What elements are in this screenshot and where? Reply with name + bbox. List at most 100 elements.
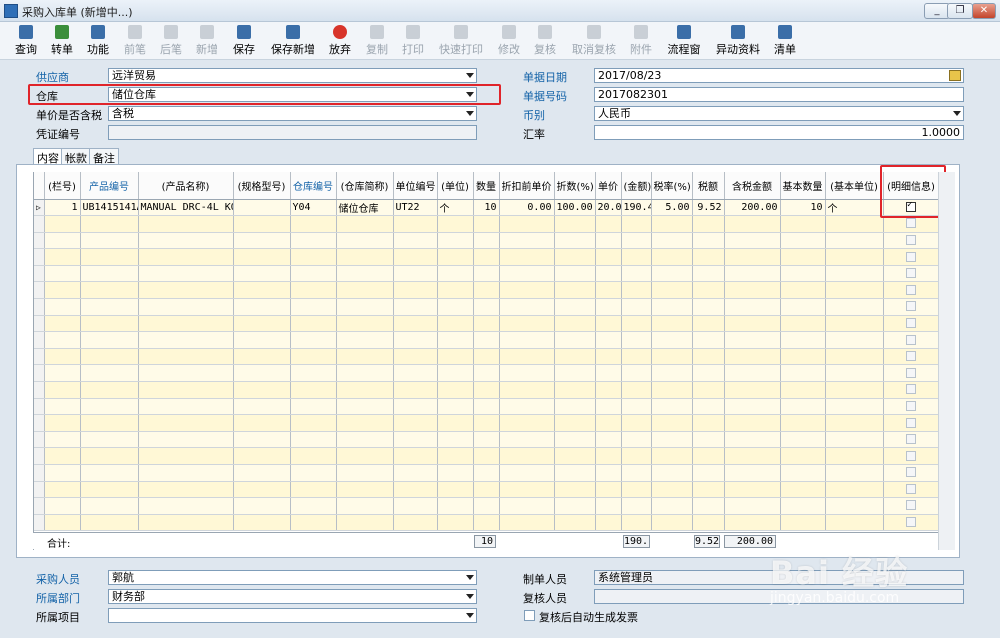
grid-cell[interactable] [437,497,474,515]
tab-notes[interactable]: 备注 [89,148,119,165]
grid-cell[interactable] [499,431,555,449]
checkbox[interactable] [906,317,916,328]
checkbox[interactable] [906,251,916,262]
grid-cell[interactable] [437,281,474,300]
grid-cell[interactable] [621,265,652,283]
grid-cell[interactable] [692,248,725,266]
grid-cell[interactable] [825,481,884,499]
chevron-down-icon[interactable] [466,594,474,599]
grid-cell[interactable] [651,348,693,366]
grid-cell[interactable] [233,298,291,316]
table-row[interactable] [34,281,938,300]
col-header[interactable]: 税额 [692,172,725,200]
grid-cell[interactable] [651,331,693,349]
cell-detail-info[interactable] [883,481,938,499]
table-row[interactable] [34,315,938,333]
grid-cell[interactable] [780,414,826,432]
grid-cell[interactable] [138,464,234,482]
grid-cell[interactable] [393,315,438,333]
grid-cell[interactable] [44,232,81,250]
grid-cell[interactable] [724,447,781,465]
grid-cell[interactable] [780,514,826,532]
checkbox[interactable] [906,367,916,378]
grid-cell[interactable] [780,398,826,416]
chevron-down-icon[interactable] [466,111,474,116]
grid-cell[interactable] [825,331,884,349]
grid-cell[interactable] [825,514,884,532]
grid-cell[interactable] [651,265,693,283]
grid-cell[interactable] [692,481,725,499]
grid-cell[interactable] [651,232,693,250]
grid-cell[interactable] [724,497,781,515]
grid-cell[interactable] [621,481,652,499]
grid-cell[interactable] [44,265,81,283]
grid-cell[interactable] [290,298,337,316]
checkbox[interactable] [906,483,916,494]
grid-cell[interactable] [80,431,139,449]
grid-cell[interactable] [473,364,500,383]
col-header[interactable]: (仓库简称) [336,172,394,200]
grid-cell[interactable] [780,481,826,499]
grid-cell[interactable] [393,497,438,515]
grid-cell[interactable] [724,398,781,416]
checkbox[interactable] [906,334,916,345]
grid-cell[interactable] [233,381,291,399]
checkbox[interactable] [906,218,916,229]
review-button[interactable]: 复核 [530,24,560,58]
table-row[interactable] [34,348,938,366]
checkbox[interactable] [906,268,916,279]
grid-scrollbar[interactable] [938,172,955,550]
grid-cell[interactable] [290,364,337,383]
grid-cell[interactable] [595,281,622,300]
chevron-down-icon[interactable] [466,575,474,580]
convert-button[interactable]: 转单 [46,24,78,58]
grid-cell[interactable] [138,481,234,499]
grid-cell[interactable] [233,431,291,449]
grid-cell[interactable] [621,497,652,515]
grid-cell[interactable] [724,298,781,316]
grid-cell[interactable] [290,348,337,366]
grid-cell[interactable] [595,481,622,499]
grid-cell[interactable] [825,281,884,300]
grid-cell[interactable] [499,381,555,399]
checkbox[interactable] [906,234,916,245]
grid-cell[interactable] [554,481,596,499]
grid-cell[interactable] [554,398,596,416]
grid-cell[interactable] [554,464,596,482]
grid-cell[interactable] [393,331,438,349]
grid-cell[interactable] [825,464,884,482]
project-select[interactable] [108,608,477,623]
table-row[interactable] [34,447,938,465]
grid-cell[interactable] [692,431,725,449]
grid-cell[interactable] [336,215,394,233]
grid-cell[interactable] [138,232,234,250]
cell-detail-info[interactable] [883,514,938,532]
checkbox[interactable] [906,417,916,428]
cell-wh-name[interactable]: 储位仓库 [336,199,394,217]
cell-price[interactable]: 20.0( [595,199,622,217]
grid-cell[interactable] [233,364,291,383]
grid-cell[interactable] [621,398,652,416]
grid-cell[interactable] [336,348,394,366]
grid-cell[interactable] [651,381,693,399]
cell-base-unit[interactable]: 个 [825,199,884,217]
grid-cell[interactable] [393,248,438,266]
grid-cell[interactable] [80,348,139,366]
checkbox[interactable] [906,467,916,478]
grid-cell[interactable] [692,464,725,482]
grid-cell[interactable] [499,331,555,349]
table-row[interactable] [34,331,938,349]
docno-field[interactable]: 2017082301 [594,87,964,102]
grid-cell[interactable] [554,331,596,349]
grid-cell[interactable] [44,364,81,383]
grid-cell[interactable] [138,431,234,449]
grid-cell[interactable] [336,464,394,482]
grid-cell[interactable] [499,514,555,532]
grid-cell[interactable] [825,232,884,250]
grid-cell[interactable] [290,281,337,300]
grid-cell[interactable] [336,331,394,349]
grid-cell[interactable] [825,414,884,432]
function-button[interactable]: 功能 [82,24,114,58]
cell-detail-info[interactable] [883,232,938,250]
grid-cell[interactable] [595,298,622,316]
